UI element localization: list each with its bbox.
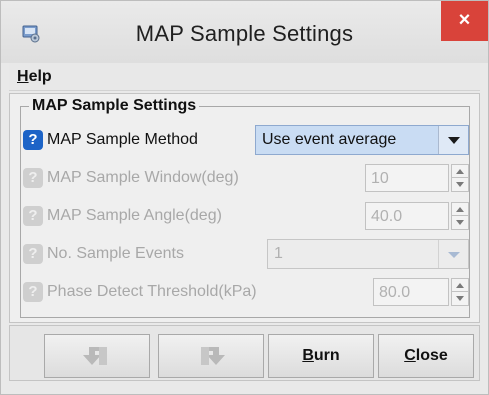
spinner-down-icon[interactable] bbox=[452, 178, 468, 191]
title-bar[interactable]: MAP Sample Settings × bbox=[1, 1, 488, 63]
help-icon: ? bbox=[23, 168, 43, 188]
burn-label: urn bbox=[313, 347, 340, 364]
close-mnemonic: C bbox=[404, 347, 416, 364]
menu-bar: Help bbox=[9, 63, 480, 91]
settings-group: MAP Sample Settings ? MAP Sample Method … bbox=[20, 97, 471, 318]
spinner-up-icon[interactable] bbox=[452, 203, 468, 216]
help-icon[interactable]: ? bbox=[23, 130, 43, 150]
chevron-down-icon[interactable] bbox=[438, 126, 468, 154]
sample-angle-label: MAP Sample Angle(deg) bbox=[47, 207, 222, 224]
close-button[interactable]: Close bbox=[378, 334, 474, 378]
spinner-down-icon[interactable] bbox=[452, 216, 468, 229]
sample-angle-field[interactable]: 40.0 bbox=[365, 202, 449, 230]
sample-window-label: MAP Sample Window(deg) bbox=[47, 169, 239, 186]
row-sample-window: ? MAP Sample Window(deg) 10 bbox=[21, 163, 471, 193]
redo-button[interactable] bbox=[158, 334, 264, 378]
burn-button[interactable]: Burn bbox=[268, 334, 374, 378]
sample-events-value: 1 bbox=[274, 245, 283, 262]
close-icon: × bbox=[458, 9, 471, 31]
sample-window-spinner[interactable] bbox=[451, 164, 469, 192]
chevron-down-icon[interactable] bbox=[438, 240, 468, 268]
sample-events-label: No. Sample Events bbox=[47, 245, 184, 262]
menu-help-mnemonic: H bbox=[17, 68, 29, 85]
redo-icon bbox=[201, 347, 225, 365]
button-bar: Burn Close bbox=[9, 325, 480, 381]
help-icon: ? bbox=[23, 244, 43, 264]
help-icon: ? bbox=[23, 282, 43, 302]
phase-threshold-spinner[interactable] bbox=[451, 278, 469, 306]
burn-mnemonic: B bbox=[302, 347, 314, 364]
sample-window-field[interactable]: 10 bbox=[365, 164, 449, 192]
sample-angle-spinner[interactable] bbox=[451, 202, 469, 230]
settings-panel: MAP Sample Settings ? MAP Sample Method … bbox=[9, 93, 480, 323]
menu-help-label: elp bbox=[28, 68, 52, 85]
group-title: MAP Sample Settings bbox=[29, 97, 200, 115]
sample-angle-value: 40.0 bbox=[371, 208, 403, 225]
sample-method-value: Use event average bbox=[262, 131, 397, 148]
spinner-up-icon[interactable] bbox=[452, 165, 468, 178]
row-sample-method: ? MAP Sample Method Use event average bbox=[21, 125, 471, 155]
sample-method-dropdown[interactable]: Use event average bbox=[255, 125, 469, 155]
phase-threshold-label: Phase Detect Threshold(kPa) bbox=[47, 283, 257, 300]
row-phase-threshold: ? Phase Detect Threshold(kPa) 80.0 bbox=[21, 277, 471, 307]
close-label: lose bbox=[415, 347, 448, 364]
menu-help[interactable]: Help bbox=[17, 68, 52, 86]
phase-threshold-field[interactable]: 80.0 bbox=[373, 278, 449, 306]
sample-method-label: MAP Sample Method bbox=[47, 131, 198, 148]
window-title: MAP Sample Settings bbox=[135, 21, 354, 46]
row-sample-events: ? No. Sample Events 1 bbox=[21, 239, 471, 269]
close-window-button[interactable]: × bbox=[441, 1, 488, 41]
phase-threshold-value: 80.0 bbox=[379, 284, 411, 301]
undo-button[interactable] bbox=[44, 334, 150, 378]
spinner-down-icon[interactable] bbox=[452, 292, 468, 305]
sample-events-dropdown[interactable]: 1 bbox=[267, 239, 469, 269]
row-sample-angle: ? MAP Sample Angle(deg) 40.0 bbox=[21, 201, 471, 231]
help-icon: ? bbox=[23, 206, 43, 226]
undo-icon bbox=[83, 347, 107, 365]
sample-window-value: 10 bbox=[371, 170, 389, 187]
dialog-window: MAP Sample Settings × Help MAP Sample Se… bbox=[0, 0, 489, 395]
spinner-up-icon[interactable] bbox=[452, 279, 468, 292]
